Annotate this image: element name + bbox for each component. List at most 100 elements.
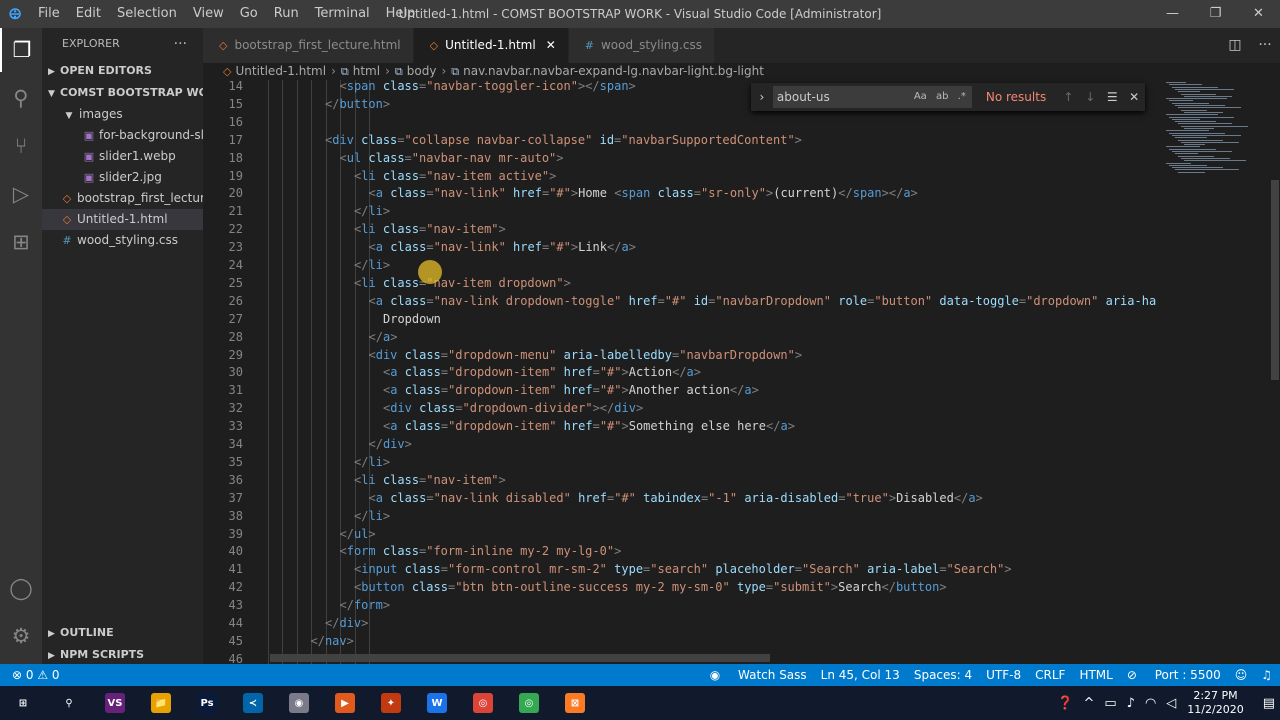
maximize-icon[interactable]: ❐	[1194, 0, 1237, 28]
code-line[interactable]: <li class="nav-item active">	[354, 167, 556, 185]
windows-start-icon[interactable]: ⊞	[0, 686, 46, 720]
code-line[interactable]: <input class="form-control mr-sm-2" type…	[354, 560, 1012, 578]
code-line[interactable]: Dropdown	[383, 310, 441, 328]
breadcrumb-item[interactable]: ⧉ html	[341, 64, 380, 78]
minimize-icon[interactable]: —	[1151, 0, 1194, 28]
code-line[interactable]: </li>	[354, 202, 390, 220]
explorer-icon[interactable]: ❐	[0, 28, 42, 72]
match-whole-word-icon[interactable]: ab	[936, 91, 948, 102]
code-line[interactable]: </li>	[354, 507, 390, 525]
visual-studio-icon[interactable]: VS	[92, 686, 138, 720]
code-line[interactable]: </a>	[369, 328, 398, 346]
chrome-profile-icon[interactable]: ◎	[506, 686, 552, 720]
photoshop-icon[interactable]: Ps	[184, 686, 230, 720]
app-icon-3[interactable]: ✦	[368, 686, 414, 720]
search-icon[interactable]: ⚲	[0, 76, 42, 120]
folder-images[interactable]: ▼ images	[42, 104, 203, 125]
file-item[interactable]: ▣ for-background-slid...	[42, 125, 203, 146]
toggle-replace-icon[interactable]: ›	[751, 90, 773, 104]
code-line[interactable]: <a class="dropdown-item" href="#">Action…	[383, 363, 701, 381]
code-line[interactable]: </ul>	[340, 525, 376, 543]
code-line[interactable]: <a class="nav-link dropdown-toggle" href…	[369, 292, 1157, 310]
problems-status[interactable]: ⊗ 0 ⚠ 0	[12, 668, 60, 682]
eol-status[interactable]: CRLF	[1035, 664, 1065, 686]
wifi-icon[interactable]: ◠	[1145, 696, 1156, 711]
tray-chevron-up-icon[interactable]: ^	[1083, 696, 1094, 711]
code-line[interactable]: </div>	[325, 614, 368, 632]
code-line[interactable]: <ul class="navbar-nav mr-auto">	[340, 149, 564, 167]
watch-sass-button[interactable]: ◉ Watch Sass	[710, 664, 807, 686]
app-icon-2[interactable]: ▶	[322, 686, 368, 720]
workspace-section[interactable]: ▼ COMST BOOTSTRAP WORK	[42, 82, 203, 104]
code-line[interactable]: <a class="nav-link disabled" href="#" ta…	[369, 489, 983, 507]
source-control-icon[interactable]: ⑂	[0, 124, 42, 168]
code-line[interactable]: <button class="btn btn-outline-success m…	[354, 578, 947, 596]
app-icon-1[interactable]: ◉	[276, 686, 322, 720]
code-line[interactable]: <li class="nav-item">	[354, 471, 506, 489]
code-editor[interactable]: 14 15 16 17 18 19 20 21 22 23 24 25 26 27 28 29 30 31 32 33…	[203, 80, 1158, 664]
action-center-icon[interactable]: ▤	[1263, 696, 1275, 711]
code-line[interactable]: <div class="dropdown-divider"></div>	[383, 399, 643, 417]
vscode-icon[interactable]: ≺	[230, 686, 276, 720]
close-tab-icon[interactable]: ✕	[546, 38, 556, 52]
code-line[interactable]: <span class="navbar-toggler-icon"></span…	[340, 80, 636, 95]
open-editors-section[interactable]: ▶ OPEN EDITORS	[42, 60, 203, 82]
chrome-icon[interactable]: ◎	[460, 686, 506, 720]
file-explorer-icon[interactable]: 📁	[138, 686, 184, 720]
vertical-scrollbar[interactable]	[1270, 80, 1280, 664]
code-line[interactable]: <a class="dropdown-item" href="#">Anothe…	[383, 381, 759, 399]
app-icon-4[interactable]: W	[414, 686, 460, 720]
settings-gear-icon[interactable]: ⚙	[0, 614, 42, 658]
code-line[interactable]: </li>	[354, 453, 390, 471]
breadcrumb-item[interactable]: ◇ Untitled-1.html	[223, 64, 326, 78]
code-line[interactable]: </nav>	[311, 632, 354, 650]
file-item[interactable]: ◇ bootstrap_first_lectur...	[42, 188, 203, 209]
code-line[interactable]: <li class="nav-item">	[354, 220, 506, 238]
menu-file[interactable]: File	[30, 0, 68, 28]
account-icon[interactable]: ◯	[0, 566, 42, 610]
next-match-icon[interactable]: ↓	[1079, 90, 1101, 104]
match-case-icon[interactable]: Aa	[914, 91, 927, 102]
code-line[interactable]: <a class="nav-link" href="#">Link</a>	[369, 238, 636, 256]
file-item[interactable]: ▣ slider1.webp	[42, 146, 203, 167]
indentation-status[interactable]: Spaces: 4	[914, 664, 972, 686]
code-line[interactable]: <a class="dropdown-item" href="#">Someth…	[383, 417, 795, 435]
more-actions-icon[interactable]: ···	[174, 28, 187, 60]
cursor-position[interactable]: Ln 45, Col 13	[821, 664, 900, 686]
breadcrumb-item[interactable]: ⧉ nav.navbar.navbar-expand-lg.navbar-ligh…	[451, 64, 764, 78]
battery-icon[interactable]: ▭	[1104, 696, 1116, 711]
breadcrumb-item[interactable]: ⧉ body	[395, 64, 437, 78]
xampp-icon[interactable]: ⊠	[552, 686, 598, 720]
split-editor-icon[interactable]: ◫	[1220, 28, 1250, 63]
regex-icon[interactable]: .*	[958, 91, 966, 102]
code-line[interactable]: </button>	[325, 95, 390, 113]
notifications-bell-icon[interactable]: ♫	[1261, 664, 1272, 686]
npm-scripts-section[interactable]: ▶ NPM SCRIPTS	[42, 644, 203, 666]
encoding-status[interactable]: UTF-8	[986, 664, 1021, 686]
code-line[interactable]: </form>	[340, 596, 391, 614]
find-in-selection-icon[interactable]: ☰	[1101, 90, 1123, 104]
microphone-icon[interactable]: ♪	[1127, 696, 1135, 711]
clock[interactable]: 2:27 PM 11/2/2020	[1187, 689, 1243, 717]
code-line[interactable]: <form class="form-inline my-2 my-lg-0">	[340, 542, 622, 560]
menu-view[interactable]: View	[185, 0, 232, 28]
file-item[interactable]: ▣ slider2.jpg	[42, 167, 203, 188]
tab-2[interactable]: ◇ Untitled-1.html ✕	[413, 28, 569, 63]
tab-1[interactable]: ◇ bootstrap_first_lecture.html	[203, 28, 414, 63]
tab-3[interactable]: # wood_styling.css	[568, 28, 715, 63]
code-line[interactable]: <div class="collapse navbar-collapse" id…	[325, 131, 802, 149]
previous-match-icon[interactable]: ↑	[1057, 90, 1079, 104]
minimap[interactable]	[1158, 80, 1270, 664]
horizontal-scrollbar[interactable]	[270, 654, 770, 662]
extensions-icon[interactable]: ⊞	[0, 220, 42, 264]
close-icon[interactable]: ✕	[1237, 0, 1280, 28]
code-line[interactable]: <li class="nav-item dropdown">	[354, 274, 571, 292]
file-item[interactable]: ◇ Untitled-1.html	[42, 209, 203, 230]
code-line[interactable]: <div class="dropdown-menu" aria-labelled…	[369, 346, 803, 364]
language-mode[interactable]: HTML	[1079, 664, 1112, 686]
run-debug-icon[interactable]: ▷	[0, 172, 42, 216]
outline-section[interactable]: ▶ OUTLINE	[42, 622, 203, 644]
help-icon[interactable]: ❓	[1057, 696, 1073, 711]
file-item[interactable]: # wood_styling.css	[42, 230, 203, 251]
search-icon[interactable]: ⚲	[46, 686, 92, 720]
